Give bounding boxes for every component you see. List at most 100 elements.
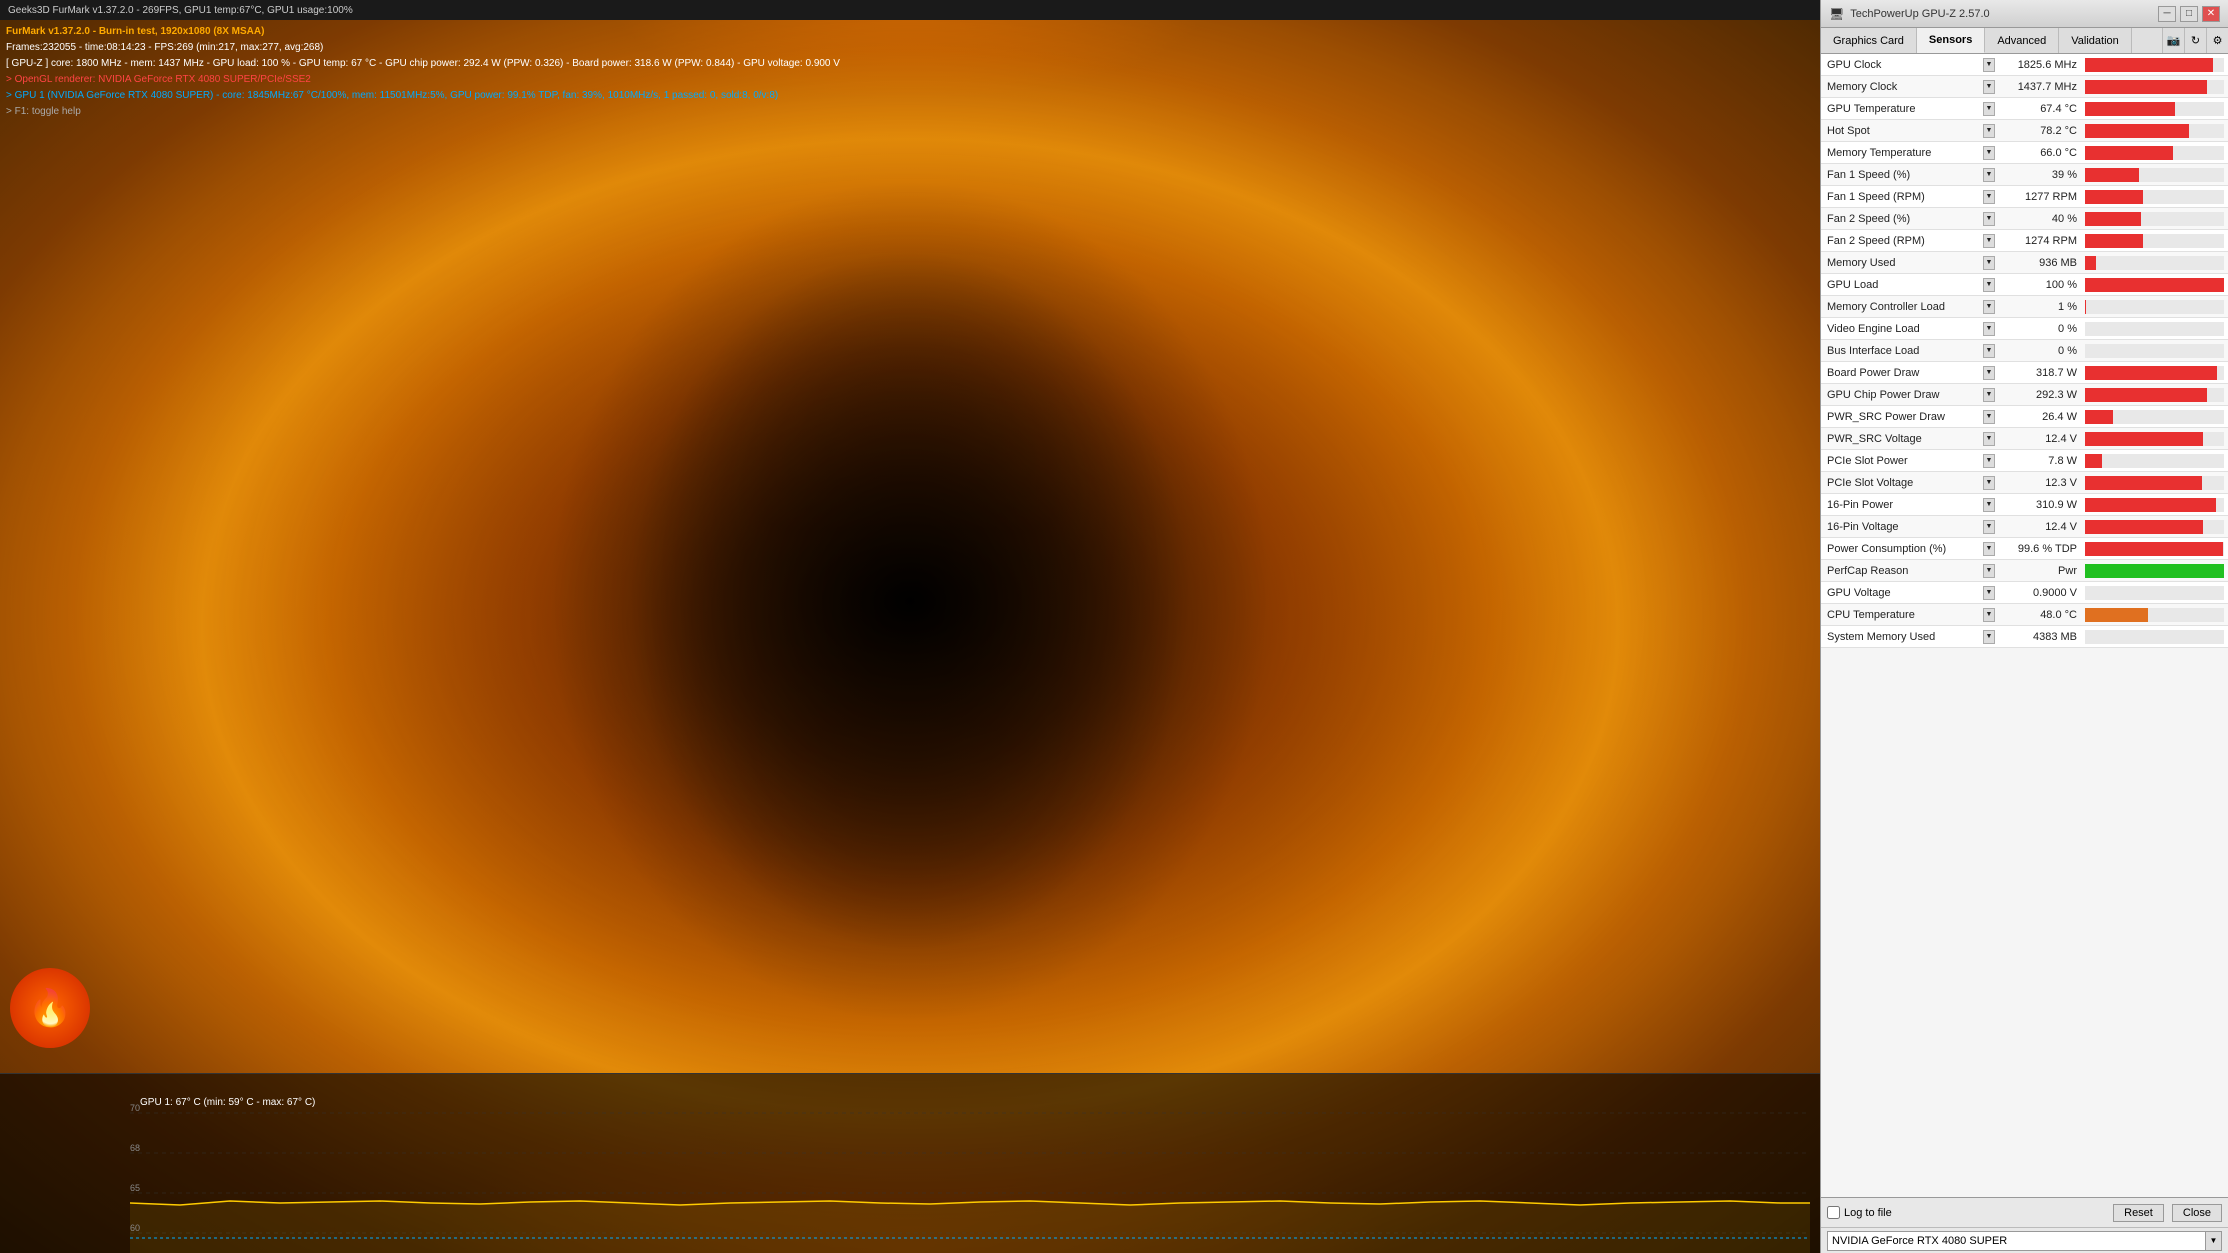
sensor-bar-container [2085, 212, 2224, 226]
settings-icon[interactable]: ⚙ [2206, 28, 2228, 53]
sensor-bar [2085, 564, 2224, 578]
sensor-name-label: GPU Voltage [1827, 587, 1891, 599]
sensor-dropdown-arrow[interactable]: ▼ [1983, 520, 1995, 534]
sensor-dropdown-arrow[interactable]: ▼ [1983, 432, 1995, 446]
sensor-dropdown-arrow[interactable]: ▼ [1983, 80, 1995, 94]
tab-advanced[interactable]: Advanced [1985, 28, 2059, 53]
sensor-dropdown-arrow[interactable]: ▼ [1983, 146, 1995, 160]
fire-decoration [0, 0, 1820, 1253]
sensor-name-label: Memory Clock [1827, 81, 1897, 93]
sensor-name-label: GPU Chip Power Draw [1827, 389, 1939, 401]
sensor-bar-container [2085, 256, 2224, 270]
log-to-file-checkbox-area[interactable]: Log to file [1827, 1206, 1892, 1219]
sensor-row: Memory Temperature▼66.0 °C [1821, 142, 2228, 164]
sensor-dropdown-arrow[interactable]: ▼ [1983, 344, 1995, 358]
sensor-value: 7.8 W [2001, 455, 2081, 467]
sensor-value: 936 MB [2001, 257, 2081, 269]
sensor-name-label: GPU Load [1827, 279, 1878, 291]
sensor-bar-container [2085, 322, 2224, 336]
sensor-row: PWR_SRC Voltage▼12.4 V [1821, 428, 2228, 450]
graph-svg: 70 68 65 60 [130, 1093, 1810, 1253]
tab-graphics-card[interactable]: Graphics Card [1821, 28, 1917, 53]
sensor-dropdown-arrow[interactable]: ▼ [1983, 586, 1995, 600]
sensor-bar [2085, 168, 2139, 182]
minimize-button[interactable]: ─ [2158, 6, 2176, 22]
sensor-dropdown-arrow[interactable]: ▼ [1983, 366, 1995, 380]
sensor-bar [2085, 410, 2113, 424]
sensor-bar [2085, 498, 2216, 512]
log-to-file-checkbox[interactable] [1827, 1206, 1840, 1219]
sensor-name-label: Fan 2 Speed (RPM) [1827, 235, 1925, 247]
sensor-dropdown-arrow[interactable]: ▼ [1983, 58, 1995, 72]
sensor-row: Memory Clock▼1437.7 MHz [1821, 76, 2228, 98]
sensor-dropdown-arrow[interactable]: ▼ [1983, 476, 1995, 490]
sensor-dropdown-arrow[interactable]: ▼ [1983, 322, 1995, 336]
window-controls: ─ □ ✕ [2158, 6, 2220, 22]
sensor-dropdown-arrow[interactable]: ▼ [1983, 234, 1995, 248]
gpuz-titlebar: 🖥 TechPowerUp GPU-Z 2.57.0 ─ □ ✕ [1821, 0, 2228, 28]
sensors-list: GPU Clock▼1825.6 MHzMemory Clock▼1437.7 … [1821, 54, 2228, 1197]
sensor-dropdown-arrow[interactable]: ▼ [1983, 608, 1995, 622]
sensor-dropdown-arrow[interactable]: ▼ [1983, 102, 1995, 116]
sensor-value: 100 % [2001, 279, 2081, 291]
svg-text:65: 65 [130, 1183, 140, 1193]
sensor-value: 26.4 W [2001, 411, 2081, 423]
sensor-dropdown-arrow[interactable]: ▼ [1983, 168, 1995, 182]
sensor-name-label: PWR_SRC Voltage [1827, 433, 1922, 445]
gpu-selector-input[interactable] [1827, 1231, 2206, 1251]
sensor-dropdown-arrow[interactable]: ▼ [1983, 124, 1995, 138]
sensor-bar-container [2085, 476, 2224, 490]
svg-text:68: 68 [130, 1143, 140, 1153]
sensor-bar [2085, 454, 2102, 468]
sensor-dropdown-arrow[interactable]: ▼ [1983, 564, 1995, 578]
sensor-bar-container [2085, 190, 2224, 204]
gpu-selector-arrow[interactable]: ▼ [2206, 1231, 2222, 1251]
tab-validation[interactable]: Validation [2059, 28, 2132, 53]
sensor-dropdown-arrow[interactable]: ▼ [1983, 256, 1995, 270]
camera-icon[interactable]: 📷 [2162, 28, 2184, 53]
sensor-name-label: PCIe Slot Voltage [1827, 477, 1913, 489]
sensor-dropdown-arrow[interactable]: ▼ [1983, 630, 1995, 644]
sensor-bar-container [2085, 432, 2224, 446]
sensor-row: Bus Interface Load▼0 % [1821, 340, 2228, 362]
sensor-dropdown-arrow[interactable]: ▼ [1983, 454, 1995, 468]
tab-sensors[interactable]: Sensors [1917, 28, 1985, 53]
close-button[interactable]: ✕ [2202, 6, 2220, 22]
sensor-dropdown-arrow[interactable]: ▼ [1983, 278, 1995, 292]
sensor-dropdown-arrow[interactable]: ▼ [1983, 190, 1995, 204]
sensor-name-label: Memory Used [1827, 257, 1895, 269]
sensor-name-label: Board Power Draw [1827, 367, 1919, 379]
sensor-row: Memory Controller Load▼1 % [1821, 296, 2228, 318]
sensor-value: 12.4 V [2001, 521, 2081, 533]
sensor-row: PWR_SRC Power Draw ▼ 26.4 W [1821, 406, 2228, 428]
sensor-row: CPU Temperature▼48.0 °C [1821, 604, 2228, 626]
restore-button[interactable]: □ [2180, 6, 2198, 22]
sensor-bar-container [2085, 498, 2224, 512]
sensor-bar [2085, 102, 2175, 116]
sensor-dropdown-arrow[interactable]: ▼ [1983, 388, 1995, 402]
sensor-dropdown-arrow[interactable]: ▼ [1983, 498, 1995, 512]
refresh-icon[interactable]: ↻ [2184, 28, 2206, 53]
sensor-dropdown-arrow[interactable]: ▼ [1983, 542, 1995, 556]
furmark-title-text: Geeks3D FurMark v1.37.2.0 - 269FPS, GPU1… [8, 5, 353, 16]
sensor-name-label: PWR_SRC Power Draw [1827, 411, 1945, 423]
sensor-name-label: PerfCap Reason [1827, 565, 1908, 577]
close-panel-button[interactable]: Close [2172, 1204, 2222, 1222]
gpuz-panel: 🖥 TechPowerUp GPU-Z 2.57.0 ─ □ ✕ Graphic… [1820, 0, 2228, 1253]
sensor-value: 66.0 °C [2001, 147, 2081, 159]
sensor-bar [2085, 388, 2207, 402]
sensor-dropdown-arrow[interactable]: ▼ [1983, 212, 1995, 226]
sensor-row: GPU Chip Power Draw▼292.3 W [1821, 384, 2228, 406]
sensor-value: Pwr [2001, 565, 2081, 577]
info-line1: FurMark v1.37.2.0 - Burn-in test, 1920x1… [6, 24, 1814, 40]
sensor-value: 0 % [2001, 345, 2081, 357]
sensor-dropdown-arrow[interactable]: ▼ [1983, 300, 1995, 314]
info-line2: Frames:232055 - time:08:14:23 - FPS:269 … [6, 40, 1814, 56]
sensor-bar [2085, 58, 2213, 72]
sensor-bar-container [2085, 80, 2224, 94]
sensor-bar-container [2085, 542, 2224, 556]
reset-button[interactable]: Reset [2113, 1204, 2164, 1222]
sensor-dropdown-arrow[interactable]: ▼ [1983, 410, 1995, 424]
sensor-bar-container [2085, 234, 2224, 248]
sensor-value: 48.0 °C [2001, 609, 2081, 621]
